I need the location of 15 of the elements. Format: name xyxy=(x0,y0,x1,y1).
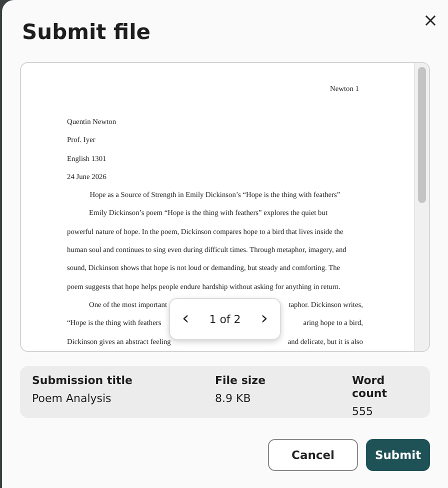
next-page-button[interactable]: › xyxy=(256,310,272,328)
submit-button[interactable]: Submit xyxy=(366,439,430,471)
dialog-title: Submit file xyxy=(22,20,151,44)
detail-label: Word count xyxy=(352,374,388,400)
detail-label: File size xyxy=(215,374,267,387)
detail-value: 555 xyxy=(352,405,374,418)
detail-value: 8.9 KB xyxy=(215,392,252,405)
detail-label: Submission title xyxy=(32,374,134,387)
scrollbar[interactable] xyxy=(414,63,429,351)
page-indicator: 1 of 2 xyxy=(209,312,241,326)
previous-page-button[interactable]: ‹ xyxy=(178,310,194,328)
detail-value: Poem Analysis xyxy=(32,392,112,405)
cancel-button[interactable]: Cancel xyxy=(268,439,358,471)
scrollbar-thumb[interactable] xyxy=(418,67,426,203)
close-icon[interactable] xyxy=(425,15,436,26)
